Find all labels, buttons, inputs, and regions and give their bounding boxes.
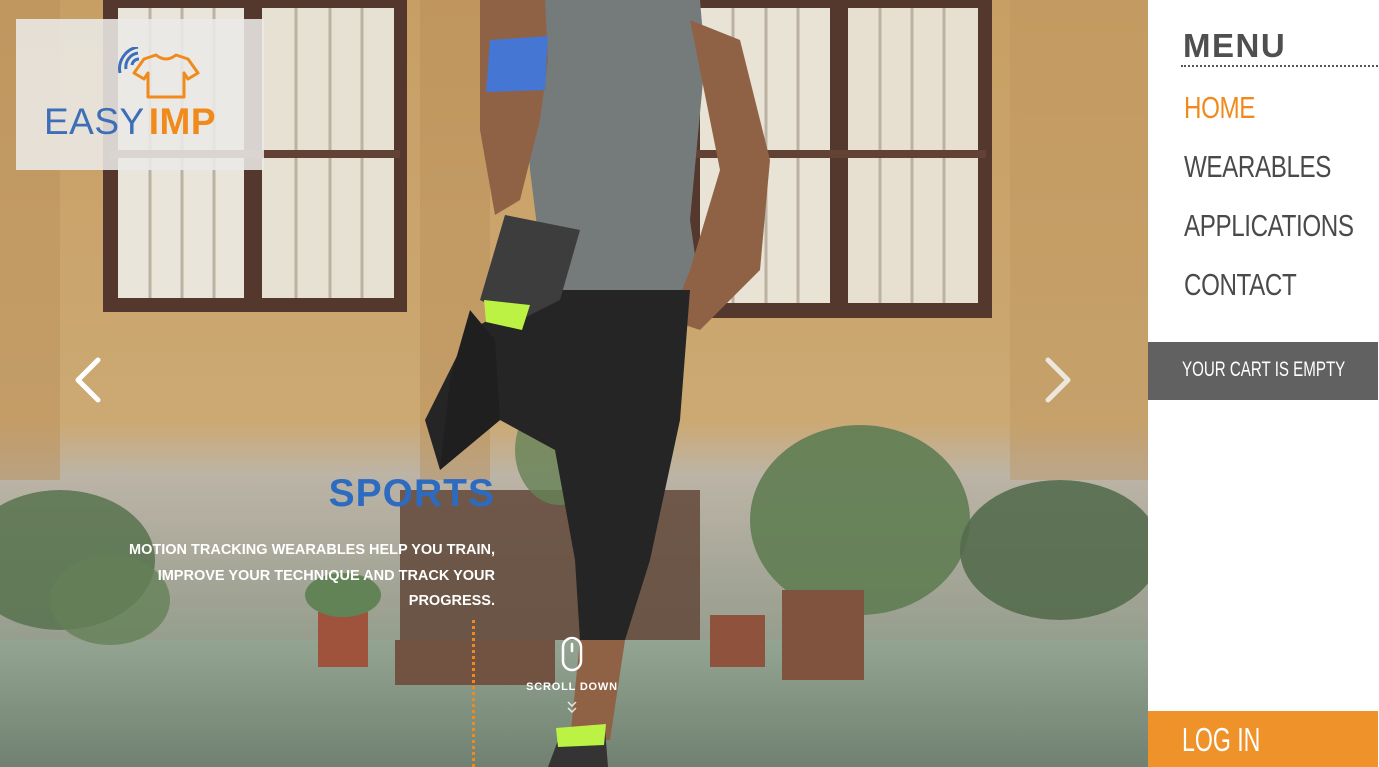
slide-title: SPORTS	[328, 472, 495, 515]
logo-word-easy: EASY	[44, 101, 145, 142]
login-label: Log in	[1182, 721, 1261, 758]
slider-prev-button[interactable]	[70, 355, 110, 405]
scroll-down-label: SCROLL DOWN	[526, 681, 618, 693]
chevron-left-icon	[75, 357, 101, 403]
nav-item-wearables[interactable]: Wearables	[1184, 149, 1331, 185]
chevron-right-icon	[1045, 357, 1071, 403]
logo-wordmark: EASY IMP	[44, 101, 216, 143]
nav-item-home[interactable]: Home	[1184, 90, 1255, 126]
cart-button[interactable]: Your cart is empty	[1148, 342, 1378, 400]
cart-status: Your cart is empty	[1182, 358, 1346, 381]
slider-next-button[interactable]	[1038, 355, 1078, 405]
menu-title: MENU	[1183, 27, 1287, 64]
menu-divider	[1181, 65, 1378, 67]
hero-slider: EASY IMP SPORTS MOTION TRACKING WEARABLES…	[0, 0, 1148, 767]
login-button[interactable]: Log in	[1148, 711, 1378, 767]
mouse-icon	[561, 636, 583, 672]
sidebar-menu: MENU Home Wearables Applications Contact…	[1148, 0, 1379, 767]
nav-item-applications[interactable]: Applications	[1184, 208, 1354, 244]
logo[interactable]: EASY IMP	[16, 19, 264, 170]
scroll-guide-line	[472, 620, 475, 767]
logo-word-imp: IMP	[148, 101, 216, 142]
scroll-down-button[interactable]: SCROLL DOWN	[522, 636, 622, 720]
slide-description: MOTION TRACKING WEARABLES HELP YOU TRAIN…	[129, 542, 495, 609]
nav-item-contact[interactable]: Contact	[1184, 267, 1297, 303]
double-chevron-down-icon	[567, 701, 577, 714]
